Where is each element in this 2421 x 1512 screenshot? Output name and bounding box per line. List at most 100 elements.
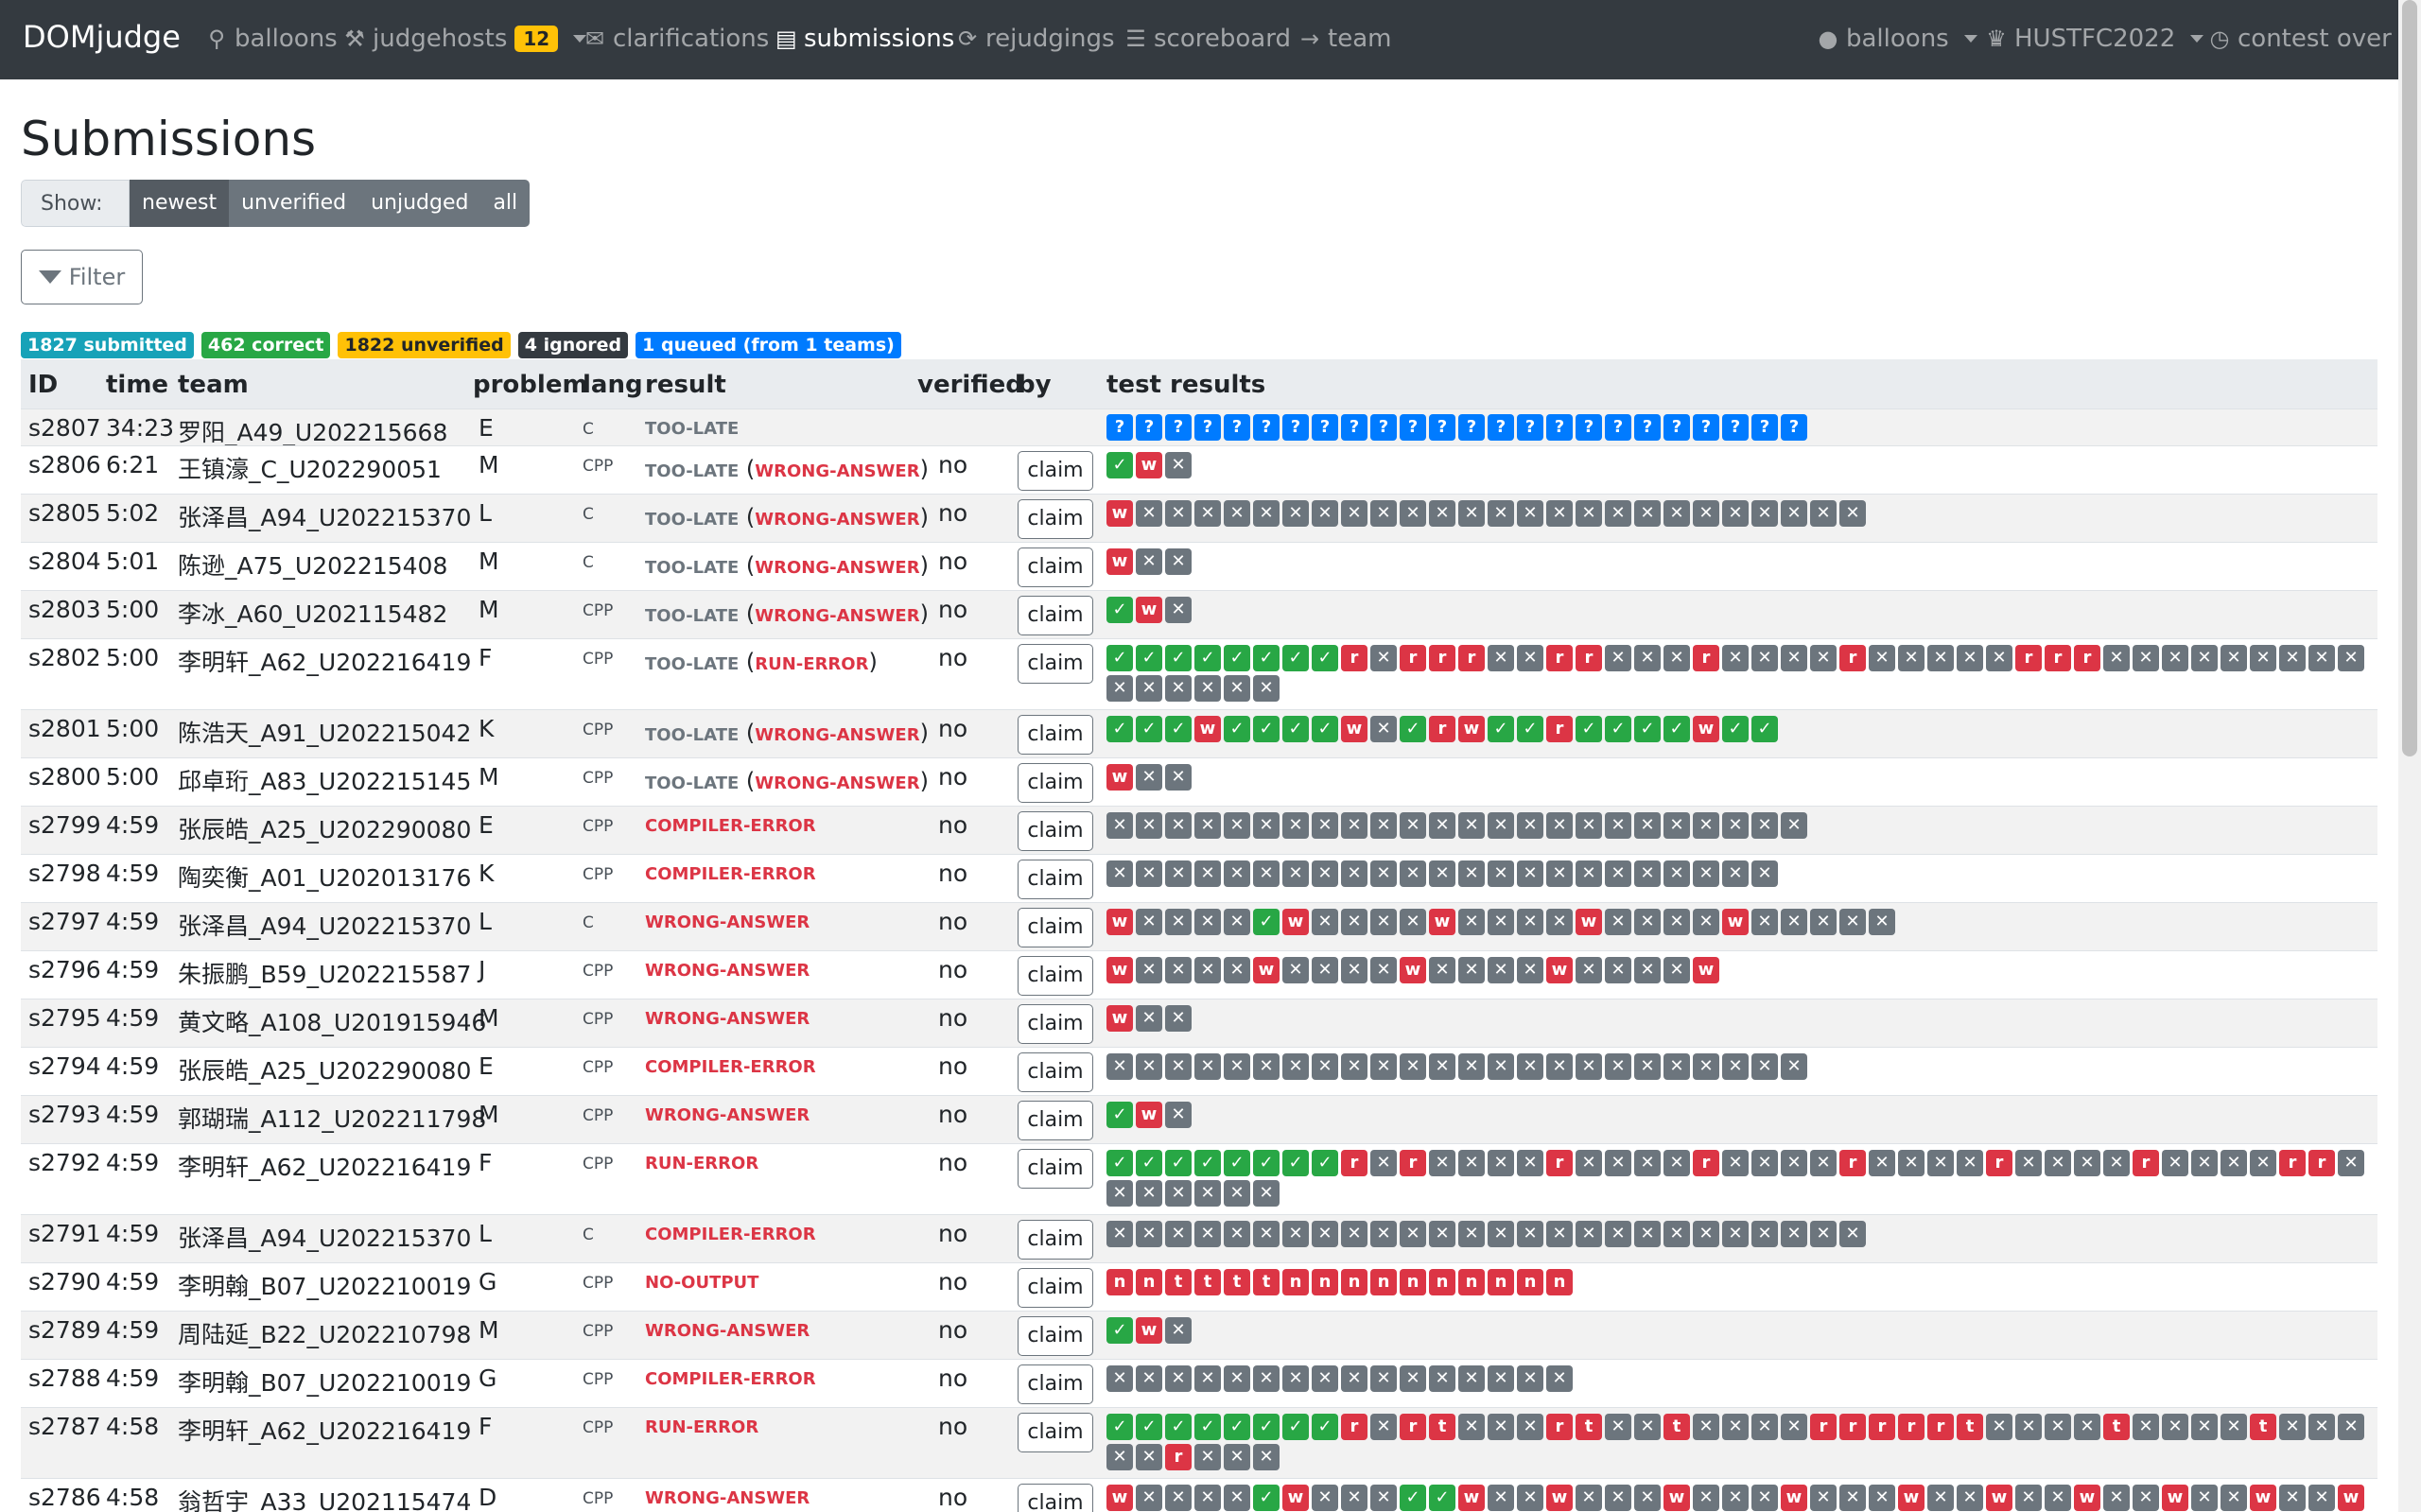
test-result-badge[interactable]: ✕ [1634,812,1661,839]
test-result-badge[interactable]: ✕ [1282,812,1309,839]
test-result-badge[interactable]: ✕ [1634,645,1661,671]
test-result-badge[interactable]: ✓ [1224,645,1250,671]
test-result-badge[interactable]: ✕ [1106,675,1133,702]
test-result-badge[interactable]: ✕ [1165,675,1192,702]
test-result-badge[interactable]: ✓ [1400,716,1426,742]
test-result-badge[interactable]: t [1224,1269,1250,1295]
test-result-badge[interactable]: r [1869,1414,1895,1440]
test-result-badge[interactable]: ✕ [1136,957,1162,983]
test-result-badge[interactable]: ✕ [1224,812,1250,839]
test-result-badge[interactable]: ✕ [2133,645,2159,671]
test-result-badge[interactable]: ✓ [1400,1485,1426,1511]
test-result-badge[interactable]: ✕ [1693,500,1719,527]
column-header-test-results[interactable]: test results [1106,371,1265,399]
test-result-badge[interactable]: ✕ [1751,812,1778,839]
test-result-badge[interactable]: r [1400,645,1426,671]
test-result-badge[interactable]: ✕ [1370,1414,1397,1440]
test-result-badge[interactable]: r [1693,1150,1719,1176]
test-result-badge[interactable]: w [1106,764,1133,791]
test-result-badge[interactable]: ✕ [1224,909,1250,935]
team-name[interactable]: 陈浩天_A91_U202215042 [178,715,471,749]
test-result-badge[interactable]: n [1106,1269,1133,1295]
test-result-badge[interactable]: ✕ [1458,500,1485,527]
test-result-badge[interactable]: ✕ [1781,1053,1807,1080]
test-result-badge[interactable]: ✓ [1253,1150,1280,1176]
test-result-badge[interactable]: ✓ [1517,716,1543,742]
test-result-badge[interactable]: ✕ [1634,1414,1661,1440]
nav-rejudgings[interactable]: ⟳ rejudgings [957,25,1115,53]
test-result-badge[interactable]: ✕ [1370,1150,1397,1176]
test-result-badge[interactable]: ✕ [2221,645,2247,671]
test-result-badge[interactable]: t [2103,1414,2130,1440]
test-result-badge[interactable]: w [1458,1485,1485,1511]
test-result-badge[interactable]: w [1400,957,1426,983]
test-result-badge[interactable]: ? [1253,414,1280,441]
test-result-badge[interactable]: n [1282,1269,1309,1295]
test-result-badge[interactable]: ✕ [1136,1485,1162,1511]
test-result-badge[interactable]: ✕ [1429,1221,1455,1247]
test-result-badge[interactable]: ✕ [1458,1150,1485,1176]
test-result-badge[interactable]: ✕ [1546,1053,1573,1080]
test-result-badge[interactable]: ✕ [1576,1221,1602,1247]
test-result-badge[interactable]: ✓ [1106,1414,1133,1440]
test-result-badge[interactable]: ✕ [1312,909,1338,935]
test-result-badge[interactable]: ✕ [1722,1221,1749,1247]
table-row[interactable]: s2805 5:02 张泽昌_A94_U202215370 L C TOO-LATE (W… [21,494,2377,542]
test-result-badge[interactable]: w [2162,1485,2188,1511]
scrollbar-thumb[interactable] [2402,0,2417,756]
test-result-badge[interactable]: ✕ [1312,1485,1338,1511]
claim-button[interactable]: claim [1018,1101,1093,1140]
test-result-badge[interactable]: r [1927,1414,1954,1440]
test-result-badge[interactable]: ✕ [1136,1180,1162,1207]
test-result-badge[interactable]: ✕ [1224,1444,1250,1470]
test-result-badge[interactable]: ✕ [1517,1365,1543,1392]
test-result-badge[interactable]: t [1957,1414,1983,1440]
test-result-badge[interactable]: ✕ [1106,1444,1133,1470]
test-result-badge[interactable]: ✕ [1693,1485,1719,1511]
test-result-badge[interactable]: ✕ [1898,1150,1925,1176]
test-result-badge[interactable]: ✕ [1282,1053,1309,1080]
test-result-badge[interactable]: ✕ [1224,1221,1250,1247]
test-result-badge[interactable]: ✕ [1165,1102,1192,1128]
column-header-verified[interactable]: verified [917,371,1023,399]
team-name[interactable]: 李明翰_B07_U202210019 [178,1268,471,1302]
test-result-badge[interactable]: ✓ [1106,1102,1133,1128]
test-result-badge[interactable]: ✕ [1722,500,1749,527]
test-result-badge[interactable]: ✕ [1605,1414,1631,1440]
test-result-badge[interactable]: w [1898,1485,1925,1511]
test-result-badge[interactable]: ✕ [1605,1485,1631,1511]
test-result-badge[interactable]: ✕ [1605,1053,1631,1080]
test-result-badge[interactable]: ✕ [1429,812,1455,839]
test-result-badge[interactable]: ✕ [1634,1150,1661,1176]
test-result-badge[interactable]: ✕ [1605,957,1631,983]
test-result-badge[interactable]: ✕ [1576,500,1602,527]
test-result-badge[interactable]: ✕ [1810,645,1837,671]
test-result-badge[interactable]: ✕ [2250,1150,2276,1176]
test-result-badge[interactable]: ✕ [1576,1485,1602,1511]
test-result-badge[interactable]: ✕ [1576,1053,1602,1080]
test-result-badge[interactable]: ✕ [2162,1150,2188,1176]
test-result-badge[interactable]: ✕ [1517,1221,1543,1247]
test-result-badge[interactable]: ✕ [1663,860,1690,887]
test-result-badge[interactable]: w [1136,1102,1162,1128]
test-result-badge[interactable]: ✓ [1106,1317,1133,1344]
test-result-badge[interactable]: ✕ [1136,675,1162,702]
test-result-badge[interactable]: w [1282,909,1309,935]
test-result-badge[interactable]: ✕ [1253,1053,1280,1080]
test-result-badge[interactable]: ? [1458,414,1485,441]
test-result-badge[interactable]: ✓ [1136,1414,1162,1440]
team-name[interactable]: 罗阳_A49_U202215668 [178,414,447,448]
test-result-badge[interactable]: ✕ [1927,645,1954,671]
test-result-badge[interactable]: ✕ [1517,957,1543,983]
show-all-button[interactable]: all [480,180,531,227]
test-result-badge[interactable]: ✕ [1400,1221,1426,1247]
test-result-badge[interactable]: r [1898,1414,1925,1440]
test-result-badge[interactable]: ✕ [1224,1053,1250,1080]
test-result-badge[interactable]: ✕ [1722,860,1749,887]
vertical-scrollbar[interactable] [2398,0,2421,1512]
test-result-badge[interactable]: ✕ [1136,1053,1162,1080]
test-result-badge[interactable]: ✕ [1458,1053,1485,1080]
test-result-badge[interactable]: ✕ [1165,1317,1192,1344]
nav-clarifications[interactable]: ✉ clarifications [584,25,769,53]
test-result-badge[interactable]: r [1693,645,1719,671]
